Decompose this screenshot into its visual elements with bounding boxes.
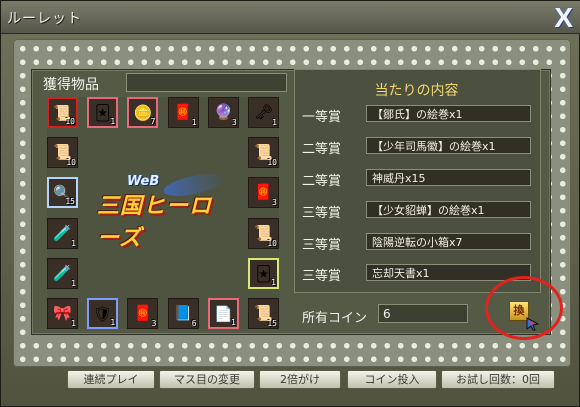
close-button[interactable]: X <box>554 2 573 34</box>
logo-web-text: WeB <box>127 174 160 189</box>
acquired-items-label: 獲得物品 <box>43 77 99 93</box>
board-cell[interactable]: 📄 1 <box>207 298 239 329</box>
cell-count: 3 <box>151 319 157 328</box>
board-cell[interactable]: 🧧 3 <box>127 298 159 329</box>
prize-rank-4: 三等賞 <box>302 206 342 221</box>
cell-count: 1 <box>230 318 236 327</box>
cell-count: 1 <box>71 238 76 248</box>
board-cell[interactable]: 🛡 1 <box>87 298 119 329</box>
board-cell[interactable]: 🧪 1 <box>47 257 78 289</box>
board-cell[interactable]: 🗝 1 <box>248 97 279 128</box>
cell-count: 1 <box>272 118 277 127</box>
trial-count-button[interactable]: お試し回数：0回 <box>441 370 555 389</box>
change-squares-button[interactable]: マス目の変更 <box>159 370 255 389</box>
board-cell[interactable]: 🧧 1 <box>167 97 199 128</box>
board-cell[interactable]: 🔮 3 <box>207 97 239 128</box>
prize-panel-title: 当たりの内容 <box>374 83 459 99</box>
board-cell[interactable]: 📘 6 <box>167 298 199 329</box>
cell-count: 7 <box>150 117 156 126</box>
board-cell[interactable]: 🪙 7 <box>127 97 159 128</box>
roulette-board: WeB 三国ヒーローズ 📜 10 🃏 1 🪙 7 🧧 1 🔮 3 🗝 1 📜 10 📜 10 🔍 15 🧧 3 🧪 1 📜 1… <box>47 97 279 329</box>
cell-count: 1 <box>271 277 276 287</box>
cell-count: 15 <box>65 197 75 207</box>
prize-rank-5: 三等賞 <box>302 238 342 253</box>
cell-count: 1 <box>71 319 76 328</box>
board-cell[interactable]: 📜 10 <box>248 217 279 249</box>
board-cell[interactable]: 🔍 15 <box>47 177 78 209</box>
cell-count: 3 <box>231 118 237 127</box>
roulette-window: ルーレット X 獲得物品 WeB 三国ヒーローズ 📜 10 🃏 1 🪙 7 🧧 1 🔮 3 🗝 1 📜 1… <box>0 0 580 407</box>
board-cell[interactable]: 📜 10 <box>47 97 78 128</box>
board-cell[interactable]: 📜 15 <box>248 298 279 329</box>
coins-field: 6 <box>378 304 468 323</box>
cell-count: 6 <box>191 319 197 328</box>
cell-count: 1 <box>110 318 116 327</box>
cell-count: 3 <box>272 198 277 208</box>
prize-rank-6: 三等賞 <box>302 269 342 284</box>
prize-rank-2: 二等賞 <box>302 142 342 157</box>
board-cell[interactable]: 🧪 1 <box>47 217 78 249</box>
board-cell[interactable]: 🧧 3 <box>248 177 279 209</box>
prize-value-5: 陰陽逆転の小箱x7 <box>366 233 531 250</box>
continuous-play-button[interactable]: 連続プレイ <box>67 370 155 389</box>
insert-coin-button[interactable]: コイン投入 <box>347 370 437 389</box>
cell-count: 1 <box>191 118 197 127</box>
board-cell[interactable]: 🃏 1 <box>87 97 119 128</box>
acquired-items-field <box>126 73 287 92</box>
cell-count: 1 <box>71 278 76 288</box>
prize-value-4: 【少女貂蝉】の絵巻x1 <box>366 201 531 218</box>
prize-value-1: 【鄒氏】の絵巻x1 <box>366 105 531 122</box>
cell-count: 1 <box>110 117 116 126</box>
prize-rank-1: 一等賞 <box>302 110 342 125</box>
prize-rank-3: 二等賞 <box>302 174 342 189</box>
coins-label: 所有コイン <box>302 311 368 326</box>
prize-value-3: 神威丹x15 <box>366 169 531 186</box>
board-cell[interactable]: 🃏 1 <box>248 257 279 289</box>
board-cell[interactable]: 🎀 1 <box>47 298 78 329</box>
title-bar: ルーレット X <box>1 1 580 34</box>
highlight-circle <box>485 276 563 340</box>
cell-count: 10 <box>267 158 277 168</box>
logo-main-text: 三国ヒーローズ <box>97 194 213 251</box>
double-bet-button[interactable]: 2倍がけ <box>259 370 341 389</box>
board-cell[interactable]: 📜 10 <box>248 137 279 169</box>
cell-count: 15 <box>267 319 277 328</box>
board-cell[interactable]: 📜 10 <box>47 137 78 169</box>
prize-value-2: 【少年司馬徽】の絵巻x1 <box>366 137 531 154</box>
game-logo: WeB 三国ヒーローズ <box>93 169 231 251</box>
window-title: ルーレット <box>7 11 82 27</box>
cell-count: 10 <box>66 158 76 168</box>
cell-count: 10 <box>267 238 277 248</box>
cell-count: 10 <box>65 117 75 126</box>
